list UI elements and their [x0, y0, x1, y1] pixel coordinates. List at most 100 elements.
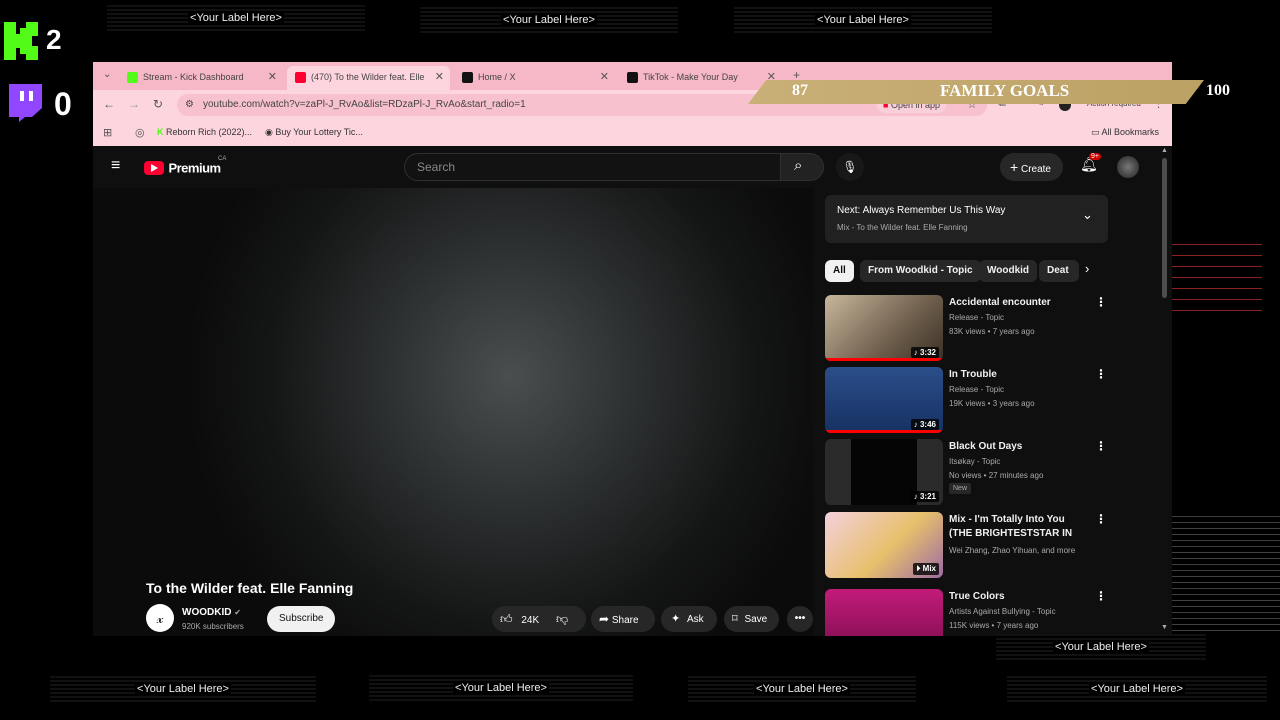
youtube-logo[interactable]: Premium [144, 159, 221, 177]
subscribe-button[interactable]: Subscribe [267, 606, 336, 632]
sidebar-video-title: Accidental encounter [949, 297, 1051, 308]
more-actions-button[interactable]: ••• [787, 606, 813, 632]
goal-title: FAMILY GOALS [940, 81, 1070, 100]
bookmark-reborn-rich[interactable]: K Reborn Rich (2022)... [157, 127, 252, 137]
forward-icon[interactable]: → [128, 97, 140, 111]
list-item[interactable]: ⏵ Mix Mix - I'm Totally Into You (THE BR… [825, 512, 1125, 580]
close-icon[interactable]: ✕ [435, 66, 444, 88]
list-item[interactable]: ♪ 3:21 Black Out Days Itsøkay - Topic No… [825, 439, 1125, 507]
verified-icon: ✔ [234, 608, 241, 617]
chip-deat[interactable]: Deat [1039, 260, 1079, 282]
video-thumbnail[interactable]: ♪ 3:46 [825, 367, 943, 433]
scroll-up-icon[interactable]: ▲ [1161, 147, 1168, 154]
bookmark-label: Reborn Rich (2022)... [166, 127, 253, 137]
url-text: youtube.com/watch?v=zaPl-J_RvAo&list=RDz… [203, 99, 526, 110]
goal-target: 100 [1206, 82, 1230, 99]
more-vertical-icon[interactable]: ⋮ [1095, 589, 1107, 603]
chevron-right-icon[interactable]: › [1085, 261, 1089, 276]
search-icon: ⌕ [794, 157, 803, 174]
scroll-down-icon[interactable]: ▼ [1161, 624, 1168, 631]
more-vertical-icon[interactable]: ⋮ [1095, 439, 1107, 453]
sidebar-meta: 83K views • 7 years ago [949, 327, 1035, 336]
site-info-icon[interactable]: ⚙ [185, 94, 194, 116]
sidebar-channel: Release - Topic [949, 313, 1004, 322]
chip-from-woodkid-topic[interactable]: From Woodkid - Topic [860, 260, 981, 282]
youtube-icon [295, 72, 306, 83]
playlist-next-panel[interactable]: Next: Always Remember Us This Way Mix - … [825, 195, 1108, 243]
search-input[interactable]: Search [404, 153, 781, 181]
back-icon[interactable]: ← [103, 97, 115, 111]
like-count: 24K [521, 615, 540, 626]
hamburger-menu-icon[interactable]: ≡ [111, 157, 120, 175]
mix-icon: ⏵ [916, 564, 921, 573]
close-icon[interactable]: ✕ [600, 66, 609, 88]
video-thumbnail[interactable]: ♪ 3:32 [825, 295, 943, 361]
tab-title: (470) To the Wilder feat. Elle [311, 72, 425, 82]
video-thumbnail[interactable] [825, 589, 943, 636]
close-icon[interactable]: ✕ [268, 66, 277, 88]
more-vertical-icon[interactable]: ⋮ [1095, 295, 1107, 309]
tab-search-icon[interactable]: ⌄ [103, 69, 111, 80]
tab-title: TikTok - Make Your Day [643, 72, 738, 82]
globe-icon[interactable]: ◎ [135, 126, 145, 139]
all-bookmarks-button[interactable]: ▭ All Bookmarks [1091, 127, 1159, 138]
share-button[interactable]: ➦ Share [591, 606, 655, 632]
sidebar-channel: Release - Topic [949, 385, 1004, 394]
save-label: Save [744, 614, 768, 625]
goal-current: 87 [792, 82, 808, 99]
tab-x-home[interactable]: Home / X ✕ [454, 66, 615, 90]
sidebar-channel: Wei Zhang, Zhao Yihuan, and more [949, 546, 1076, 555]
apps-grid-icon[interactable]: ⊞ [103, 126, 112, 139]
list-item[interactable]: ♪ 3:46 In Trouble Release - Topic 19K vi… [825, 367, 1125, 435]
reload-icon[interactable]: ↻ [153, 97, 163, 111]
chip-woodkid[interactable]: Woodkid [979, 260, 1038, 282]
voice-search-button[interactable]: 🎙︎ [836, 153, 864, 181]
sidebar-channel: Itsøkay - Topic [949, 457, 1001, 466]
video-thumbnail[interactable]: ♪ 3:21 [825, 439, 943, 505]
tab-youtube[interactable]: (470) To the Wilder feat. Elle ✕ [287, 66, 450, 90]
overlay-label-bottom-2: <Your Label Here> [369, 675, 633, 701]
bookmark-lottery[interactable]: ◉ Buy Your Lottery Tic... [265, 127, 363, 138]
overlay-label-side: <Your Label Here> [996, 634, 1206, 660]
new-tab-button[interactable]: + [793, 68, 800, 82]
kick-count: 2 [46, 24, 62, 55]
music-icon: ♪ [913, 492, 918, 501]
sidebar-video-title: Mix - I'm Totally Into You (THE BRIGHTES… [949, 514, 1073, 539]
user-avatar[interactable] [1117, 156, 1139, 178]
sidebar-meta: 19K views • 3 years ago [949, 399, 1035, 408]
create-button[interactable]: + Create [1000, 153, 1063, 181]
like-button[interactable]: 👍︎ 24K [500, 606, 539, 634]
video-player[interactable] [93, 188, 813, 636]
channel-name[interactable]: WOODKID ✔ [182, 607, 241, 618]
video-thumbnail[interactable]: ⏵ Mix [825, 512, 943, 578]
chip-all[interactable]: All [825, 260, 854, 282]
tab-kick-dashboard[interactable]: Stream - Kick Dashboard ✕ [119, 66, 283, 90]
bookmark-kick-icon: K [157, 127, 164, 137]
duration-text: 3:21 [919, 492, 936, 501]
more-vertical-icon[interactable]: ⋮ [1095, 512, 1107, 526]
ask-button[interactable]: ✦ Ask [661, 606, 717, 632]
sidebar-video-title: In Trouble [949, 369, 997, 380]
sidebar-video-title: True Colors [949, 591, 1005, 602]
sidebar-channel: Artists Against Bullying - Topic [949, 607, 1056, 616]
list-item[interactable]: ♪ 3:32 Accidental encounter Release - To… [825, 295, 1125, 363]
overlay-label-top-2: <Your Label Here> [420, 7, 678, 33]
dislike-button[interactable]: 👎︎ [556, 606, 568, 632]
duration-badge: ♪ 3:32 [910, 347, 939, 358]
glitch-decoration [1172, 516, 1280, 636]
scrollbar[interactable] [1162, 158, 1167, 298]
save-button[interactable]: ⌑ Save [724, 606, 779, 632]
list-item[interactable]: True Colors Artists Against Bullying - T… [825, 589, 1125, 636]
share-label: Share [611, 615, 639, 626]
kick-icon [127, 72, 138, 83]
chevron-down-icon[interactable]: ⌄ [1082, 207, 1093, 223]
channel-avatar[interactable]: 𝓍 [146, 604, 174, 632]
thumbs-up-icon: 👍︎ [500, 612, 513, 626]
youtube-header: ≡ Premium CA Search ⌕ 🎙︎ + Create 🔔︎ 9+ [93, 146, 1172, 188]
bookmark-label: Buy Your Lottery Tic... [275, 127, 363, 137]
sidebar-meta: No views • 27 minutes ago [949, 471, 1044, 480]
next-subtitle: Mix - To the Wilder feat. Elle Fanning [837, 223, 968, 232]
search-button[interactable]: ⌕ [780, 153, 824, 181]
tab-tiktok[interactable]: TikTok - Make Your Day ✕ [619, 66, 782, 90]
more-vertical-icon[interactable]: ⋮ [1095, 367, 1107, 381]
